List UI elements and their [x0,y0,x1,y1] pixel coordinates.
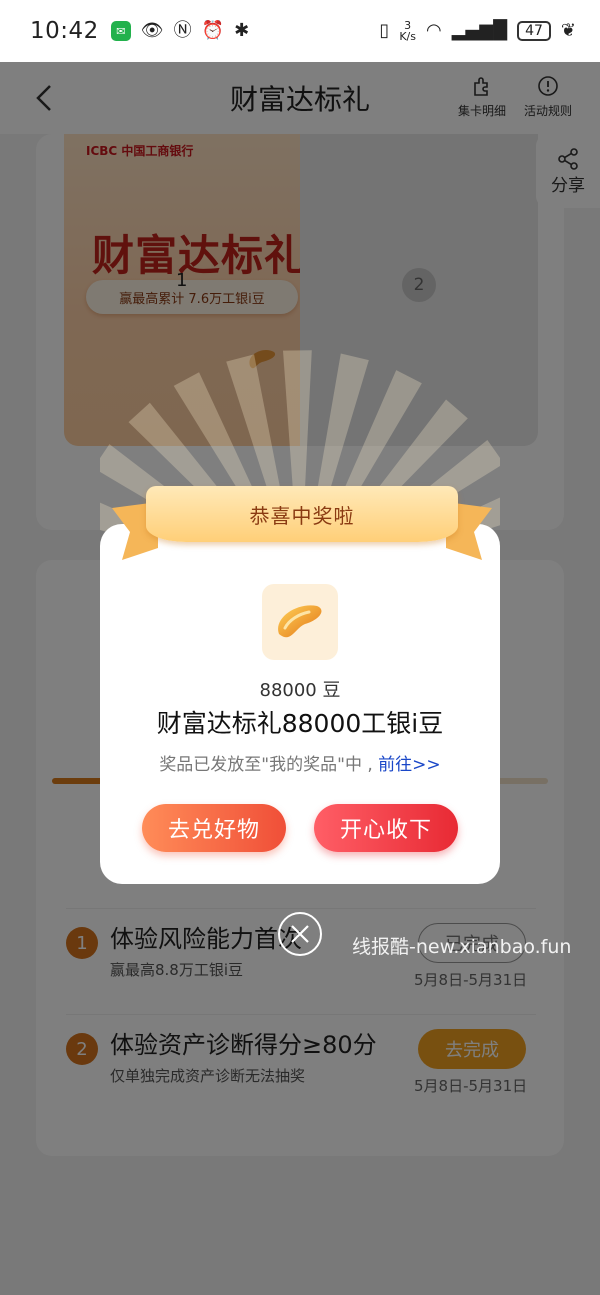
wifi-icon: ◠ [425,20,442,41]
status-notification-icons: ✉ 👁 Ⓝ ⏰ ✱ [110,20,250,41]
bean-icon [278,605,322,638]
net-speed-unit: K/s [399,30,416,43]
net-speed: 3 K/s [399,20,416,42]
status-bar: 10:42 ✉ 👁 Ⓝ ⏰ ✱ ▯ 3 K/s ◠ ▂▄▆█ 47 ❦ [0,0,600,62]
watermark: 线报酷-new.xianbao.fun [352,936,572,958]
alarm-icon: ⏰ [201,20,225,41]
eye-icon: 👁 [140,20,164,41]
wechat-icon: ✉ [110,21,131,41]
battery-indicator: 47 [517,21,551,41]
status-time: 10:42 [30,18,99,44]
prize-image [262,584,338,660]
nfc-icon: Ⓝ [173,20,192,41]
close-icon [291,925,309,943]
close-dialog-button[interactable] [278,912,322,956]
signal-icon: ▂▄▆█ [451,20,508,41]
prize-amount: 88000 豆 [259,680,341,701]
leaf-icon: ❦ [560,20,576,41]
accept-prize-button[interactable]: 开心收下 [314,804,458,852]
ribbon-main: 恭喜中奖啦 [146,486,458,542]
vibrate-icon: ▯ [379,20,390,41]
status-system-icons: ▯ 3 K/s ◠ ▂▄▆█ 47 ❦ [379,20,576,42]
prize-note: 奖品已发放至"我的奖品"中 , 前往>> [100,750,500,775]
ribbon-banner: 恭喜中奖啦 [112,486,492,566]
redeem-goods-button[interactable]: 去兑好物 [142,804,286,852]
prize-note-text: 奖品已发放至"我的奖品"中 , [159,755,373,775]
my-prizes-link[interactable]: 前往>> [378,755,441,775]
bluetooth-icon: ✱ [234,20,250,41]
ribbon-title: 恭喜中奖啦 [249,503,355,528]
prize-title: 财富达标礼88000工银i豆 [156,709,444,738]
